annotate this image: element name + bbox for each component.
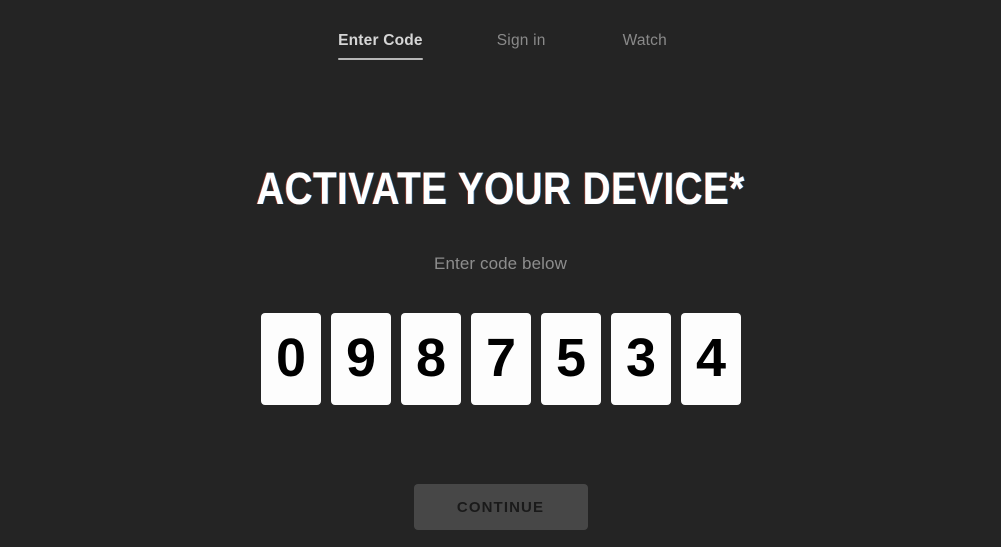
code-digit-box[interactable]: 0 (260, 313, 321, 405)
continue-button-container: CONTINUE (0, 484, 1001, 530)
code-digit-box[interactable]: 3 (610, 313, 671, 405)
code-digit-box[interactable]: 8 (400, 313, 461, 405)
code-digit-box[interactable]: 7 (470, 313, 531, 405)
tab-watch-label: Watch (622, 32, 667, 49)
tab-sign-in[interactable]: Sign in (497, 0, 546, 49)
tab-enter-code-label: Enter Code (338, 32, 423, 49)
tab-active-underline (338, 57, 423, 60)
page-subtitle: Enter code below (434, 254, 567, 273)
activation-code-input[interactable]: 0 9 8 7 5 3 4 (0, 313, 1001, 405)
nav-tab-list: Enter Code Sign in Watch (338, 0, 667, 60)
tab-sign-in-label: Sign in (496, 32, 546, 49)
code-digit-box[interactable]: 4 (680, 313, 741, 405)
tab-watch[interactable]: Watch (623, 0, 667, 49)
continue-button[interactable]: CONTINUE (413, 484, 588, 530)
code-digit-box[interactable]: 5 (540, 313, 601, 405)
code-digit-box[interactable]: 9 (330, 313, 391, 405)
top-navigation: Enter Code Sign in Watch (0, 0, 1001, 80)
tab-enter-code[interactable]: Enter Code (338, 0, 423, 60)
page-title: ACTIVATE YOUR DEVICE* (256, 163, 745, 214)
